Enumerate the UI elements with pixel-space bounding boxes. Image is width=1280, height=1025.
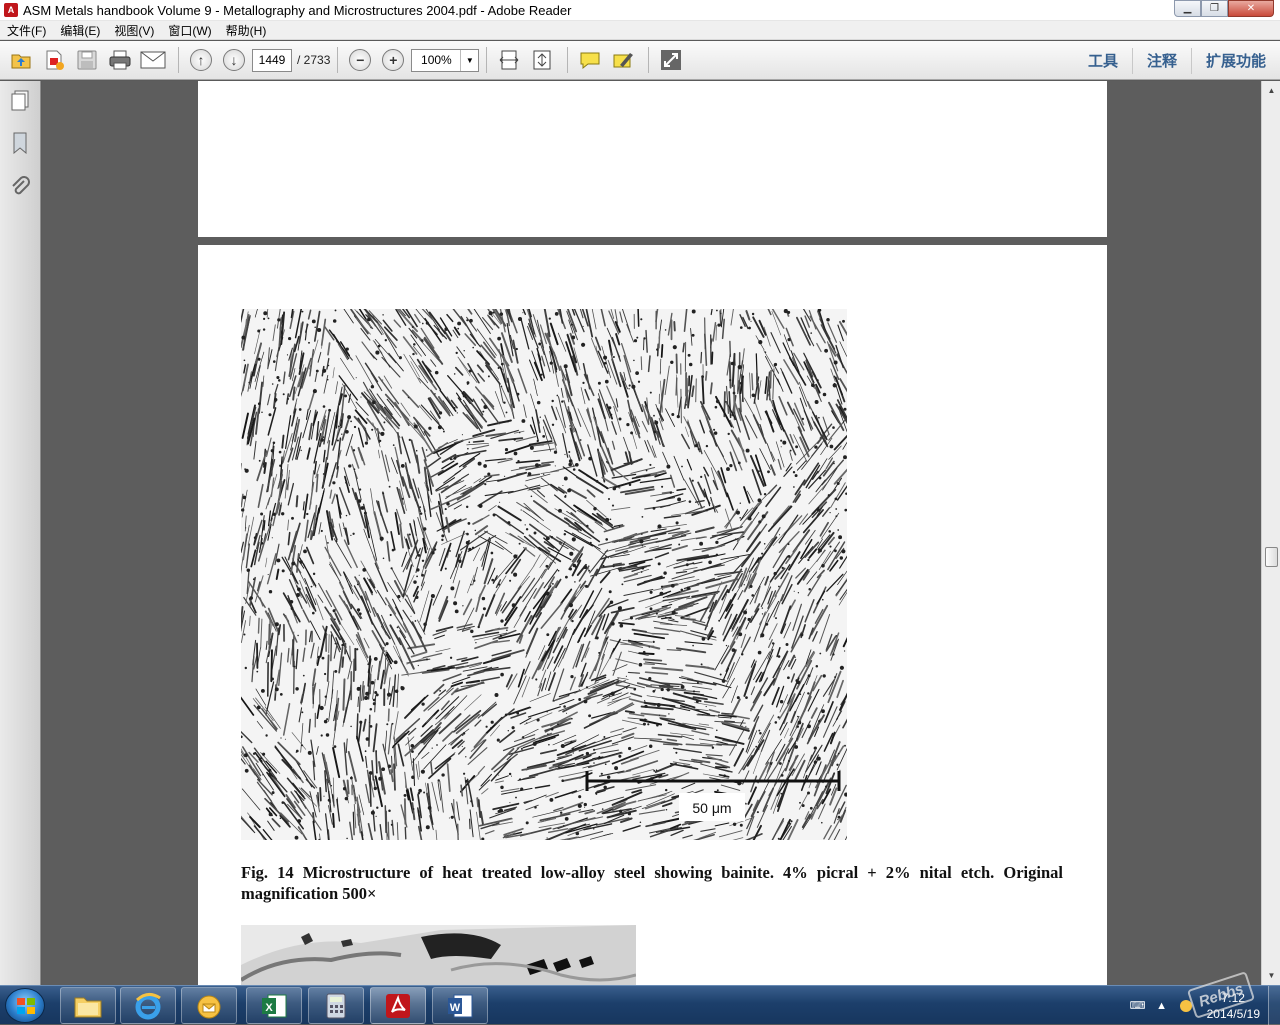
open-button[interactable] <box>6 45 36 75</box>
taskbar-excel[interactable]: X <box>246 987 302 1024</box>
save-icon <box>76 49 98 71</box>
zoom-out-button[interactable]: − <box>345 45 375 75</box>
zoom-input[interactable] <box>412 50 460 71</box>
taskbar-explorer[interactable] <box>60 987 116 1024</box>
menu-file[interactable]: 文件(F) <box>0 22 53 39</box>
excel-icon: X <box>259 992 289 1020</box>
highlight-button[interactable] <box>608 45 638 75</box>
tools-pane-button[interactable]: 工具 <box>1074 48 1132 74</box>
print-button[interactable] <box>105 45 135 75</box>
window-controls: ▁ ❐ ✕ <box>1174 0 1274 17</box>
menu-view[interactable]: 视图(V) <box>107 22 161 39</box>
fit-page-button[interactable] <box>527 45 557 75</box>
minimize-button[interactable]: ▁ <box>1174 0 1201 17</box>
scale-bar: 50 μm <box>587 771 839 821</box>
fit-page-icon <box>531 49 553 71</box>
page-total-label: / 2733 <box>297 53 330 67</box>
toolbar-separator <box>486 47 487 73</box>
toolbar-separator <box>648 47 649 73</box>
taskbar-calculator[interactable] <box>308 987 364 1024</box>
svg-text:X: X <box>265 1002 273 1014</box>
calculator-icon <box>324 992 348 1020</box>
email-button[interactable] <box>138 45 168 75</box>
extended-pane-button[interactable]: 扩展功能 <box>1191 48 1280 74</box>
show-hidden-icons-icon[interactable]: ▲ <box>1153 997 1171 1015</box>
highlighter-icon <box>612 49 634 71</box>
title-bar: A ASM Metals handbook Volume 9 - Metallo… <box>0 0 1280 21</box>
micrograph-image: 50 μm <box>241 309 847 840</box>
adobe-reader-taskbar-icon <box>384 992 412 1020</box>
zoom-in-button[interactable]: + <box>378 45 408 75</box>
adobe-reader-icon: A <box>4 3 18 17</box>
comment-button[interactable] <box>575 45 605 75</box>
page-number-input[interactable] <box>252 49 292 72</box>
next-page-button[interactable]: ↓ <box>219 45 249 75</box>
arrow-up-icon: ↑ <box>190 49 212 71</box>
folder-icon <box>73 993 103 1019</box>
keyboard-icon[interactable]: ⌨ <box>1129 997 1147 1015</box>
fit-width-button[interactable] <box>494 45 524 75</box>
toolbar: ↑ ↓ / 2733 − + ▼ 工具 注释 扩展功能 <box>0 41 1280 80</box>
window-title: ASM Metals handbook Volume 9 - Metallogr… <box>23 3 571 18</box>
figure-caption: Fig. 14 Microstructure of heat treated l… <box>241 862 1063 904</box>
taskbar-outlook[interactable] <box>181 987 237 1024</box>
scroll-down-arrow-icon[interactable]: ▼ <box>1264 968 1279 983</box>
navigation-panel <box>0 81 41 985</box>
create-pdf-icon <box>42 48 66 72</box>
create-pdf-button[interactable] <box>39 45 69 75</box>
save-button[interactable] <box>72 45 102 75</box>
envelope-icon <box>140 50 166 70</box>
scroll-up-arrow-icon[interactable]: ▲ <box>1264 83 1279 98</box>
arrow-down-icon: ↓ <box>223 49 245 71</box>
close-button[interactable]: ✕ <box>1228 0 1274 17</box>
taskbar-adobe-reader[interactable] <box>370 987 426 1024</box>
pdf-page-previous <box>198 81 1107 237</box>
show-desktop-button[interactable] <box>1268 986 1280 1025</box>
open-file-icon <box>9 48 33 72</box>
previous-page-button[interactable]: ↑ <box>186 45 216 75</box>
expand-icon <box>660 49 682 71</box>
bookmark-icon[interactable] <box>9 132 31 154</box>
menu-window[interactable]: 窗口(W) <box>161 22 218 39</box>
menu-edit[interactable]: 编辑(E) <box>53 22 107 39</box>
printer-icon <box>108 48 132 72</box>
scale-bar-label: 50 μm <box>692 800 731 816</box>
word-icon: W <box>445 992 475 1020</box>
task-panes: 工具 注释 扩展功能 <box>1074 41 1280 80</box>
pdf-page-current: 50 μm Fig. 14 Microstructure of heat tre… <box>198 245 1107 985</box>
menu-bar: 文件(F) 编辑(E) 视图(V) 窗口(W) 帮助(H) <box>0 21 1280 40</box>
speech-bubble-icon <box>579 49 601 71</box>
menu-help[interactable]: 帮助(H) <box>219 22 274 39</box>
toolbar-separator <box>567 47 568 73</box>
toolbar-separator <box>178 47 179 73</box>
document-view[interactable]: 50 μm Fig. 14 Microstructure of heat tre… <box>42 81 1261 985</box>
comment-pane-button[interactable]: 注释 <box>1132 48 1191 74</box>
taskbar-word[interactable]: W <box>432 987 488 1024</box>
minus-icon: − <box>349 49 371 71</box>
fit-width-icon <box>498 49 520 71</box>
vertical-scrollbar[interactable]: ▲ ▼ <box>1261 81 1280 985</box>
micrograph-image-second <box>241 925 636 985</box>
scrollbar-thumb[interactable] <box>1265 547 1278 567</box>
svg-text:W: W <box>450 1002 461 1014</box>
attachment-icon[interactable] <box>9 175 31 197</box>
plus-icon: + <box>382 49 404 71</box>
page-thumbnails-icon[interactable] <box>9 90 31 112</box>
zoom-select[interactable]: ▼ <box>411 49 479 72</box>
full-screen-button[interactable] <box>656 45 686 75</box>
toolbar-separator <box>337 47 338 73</box>
taskbar-internet-explorer[interactable] <box>120 987 176 1024</box>
internet-explorer-icon <box>133 992 163 1020</box>
chevron-down-icon[interactable]: ▼ <box>460 50 478 71</box>
taskbar: X W ⌨ ▲ 7:12 2014/5/19 Rebbs <box>0 985 1280 1024</box>
restore-button[interactable]: ❐ <box>1201 0 1228 17</box>
start-button[interactable] <box>5 988 45 1023</box>
mail-app-icon <box>194 992 224 1020</box>
windows-logo-icon <box>17 998 35 1014</box>
